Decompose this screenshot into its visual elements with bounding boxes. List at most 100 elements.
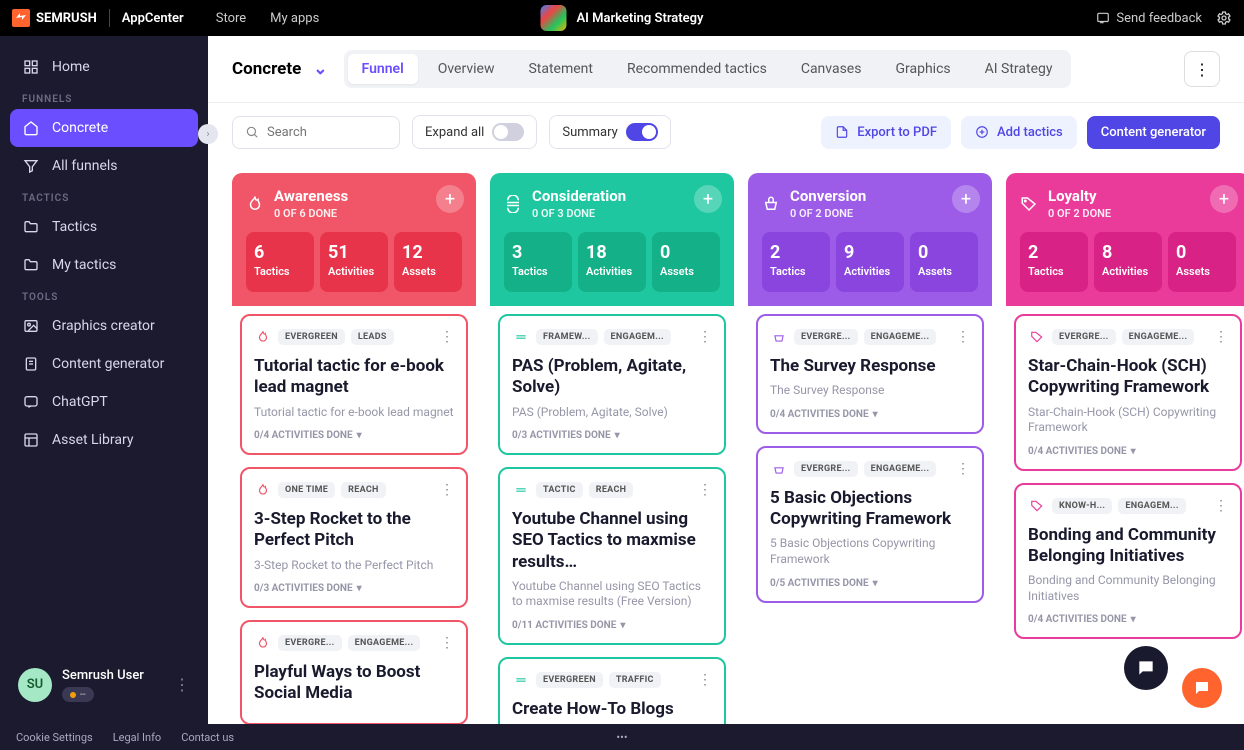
tactic-card[interactable]: EVERGREEN TRAFFIC ⋮ Create How-To Blogs: [498, 657, 726, 724]
tab-statement[interactable]: Statement: [514, 54, 607, 84]
folder-icon: [22, 218, 40, 236]
expand-all-toggle[interactable]: Expand all: [412, 115, 537, 149]
document-icon: [22, 355, 40, 373]
footer-bar: Cookie Settings Legal Info Contact us ••…: [0, 724, 1244, 750]
brand-text: SEMRUSH: [36, 11, 97, 26]
footer-more-icon[interactable]: •••: [616, 731, 627, 744]
toolbar: Expand all Summary Export to PDF Add tac…: [208, 103, 1244, 161]
sidebar-item-all-funnels[interactable]: All funnels: [10, 147, 198, 185]
stat-activities[interactable]: 51Activities: [320, 232, 388, 292]
basket-icon: [770, 328, 788, 346]
sidebar-item-chatgpt[interactable]: ChatGPT: [10, 383, 198, 421]
tools-label: TOOLS: [10, 284, 198, 307]
contact-us-link[interactable]: Contact us: [181, 731, 234, 744]
more-button[interactable]: ⋮: [1184, 51, 1220, 87]
add-tactics-button[interactable]: Add tactics: [961, 116, 1077, 149]
card-menu-icon[interactable]: ⋮: [956, 329, 970, 345]
activities-dropdown[interactable]: 0/4 ACTIVITIES DONE ▾: [254, 430, 454, 441]
add-tactic-button[interactable]: +: [1210, 185, 1238, 213]
tag-icon: [1020, 195, 1038, 213]
tabs: Funnel Overview Statement Recommended ta…: [344, 50, 1071, 88]
myapps-link[interactable]: My apps: [270, 11, 319, 26]
stat-tactics[interactable]: 6Tactics: [246, 232, 314, 292]
main: Concrete ⌄ Funnel Overview Statement Rec…: [208, 36, 1244, 724]
summary-toggle[interactable]: Summary: [549, 115, 670, 149]
workspace-selector[interactable]: Concrete ⌄: [232, 59, 328, 79]
funnels-label: FUNNELS: [10, 86, 198, 109]
image-icon: [22, 317, 40, 335]
card-menu-icon[interactable]: ⋮: [440, 635, 454, 651]
sidebar-item-graphics-creator[interactable]: Graphics creator: [10, 307, 198, 345]
plus-icon: [975, 125, 989, 139]
send-feedback-button[interactable]: Send feedback: [1096, 11, 1202, 26]
appcenter-link[interactable]: AppCenter: [122, 11, 184, 26]
stage-progress: 0 OF 6 DONE: [274, 207, 348, 220]
sidebar-item-concrete[interactable]: Concrete: [10, 109, 198, 147]
export-icon: [835, 125, 849, 139]
tactic-card[interactable]: EVERGRE... ENGAGEME... ⋮ Star-Chain-Hook…: [1014, 314, 1242, 471]
sidebar-item-home[interactable]: Home: [10, 48, 198, 86]
tab-canvases[interactable]: Canvases: [787, 54, 876, 84]
flame-icon: [254, 328, 272, 346]
flame-icon: [12, 9, 30, 27]
card-menu-icon[interactable]: ⋮: [1214, 329, 1228, 345]
card-menu-icon[interactable]: ⋮: [698, 329, 712, 345]
switch-off[interactable]: [492, 123, 524, 141]
collapse-sidebar-button[interactable]: ›: [198, 124, 218, 144]
tactic-card[interactable]: TACTIC REACH ⋮ Youtube Channel using SEO…: [498, 467, 726, 645]
card-menu-icon[interactable]: ⋮: [1214, 498, 1228, 514]
tab-graphics[interactable]: Graphics: [881, 54, 964, 84]
semrush-logo[interactable]: SEMRUSH: [12, 9, 97, 27]
card-menu-icon[interactable]: ⋮: [440, 482, 454, 498]
basket-icon: [762, 195, 780, 213]
user-menu-icon[interactable]: ⋮: [174, 675, 190, 694]
tab-recommended[interactable]: Recommended tactics: [613, 54, 781, 84]
app-title-text: AI Marketing Strategy: [577, 11, 704, 26]
add-tactic-button[interactable]: +: [952, 185, 980, 213]
tab-overview[interactable]: Overview: [424, 54, 509, 84]
sidebar-item-asset-library[interactable]: Asset Library: [10, 421, 198, 459]
search-input[interactable]: [267, 125, 387, 140]
tactic-card[interactable]: EVERGREEN LEADS ⋮ Tutorial tactic for e-…: [240, 314, 468, 455]
search-box[interactable]: [232, 116, 400, 149]
store-link[interactable]: Store: [216, 11, 246, 26]
cookie-settings-link[interactable]: Cookie Settings: [16, 731, 93, 744]
avatar: SU: [18, 668, 52, 702]
sidebar: Home FUNNELS Concrete All funnels TACTIC…: [0, 36, 208, 724]
tab-funnel[interactable]: Funnel: [348, 54, 418, 84]
layout-icon: [22, 431, 40, 449]
settings-icon[interactable]: [1216, 10, 1232, 26]
activities-dropdown[interactable]: 0/3 ACTIVITIES DONE ▾: [254, 583, 454, 594]
column-awareness: Awareness 0 OF 6 DONE + 6Tactics 51Activ…: [232, 173, 476, 700]
tactic-card[interactable]: KNOW-H... ENGAGEM... ⋮ Bonding and Commu…: [1014, 483, 1242, 640]
tactic-card[interactable]: EVERGRE... ENGAGEME... ⋮ 5 Basic Objecti…: [756, 446, 984, 603]
topbar: SEMRUSH AppCenter Store My apps AI Marke…: [0, 0, 1244, 36]
sidebar-item-content-generator[interactable]: Content generator: [10, 345, 198, 383]
help-fab[interactable]: [1182, 668, 1222, 708]
tactic-card[interactable]: ONE TIME REACH ⋮ 3-Step Rocket to the Pe…: [240, 467, 468, 608]
user-footer[interactable]: SU Semrush User -- ⋮: [10, 658, 198, 713]
intercom-chat-button[interactable]: [1124, 646, 1168, 690]
card-menu-icon[interactable]: ⋮: [698, 672, 712, 688]
sidebar-item-my-tactics[interactable]: My tactics: [10, 246, 198, 284]
card-menu-icon[interactable]: ⋮: [440, 329, 454, 345]
stat-assets[interactable]: 12Assets: [394, 232, 462, 292]
add-tactic-button[interactable]: +: [694, 185, 722, 213]
column-consideration: Consideration 0 OF 3 DONE + 3Tactics 18A…: [490, 173, 734, 700]
export-pdf-button[interactable]: Export to PDF: [821, 116, 951, 149]
add-tactic-button[interactable]: +: [436, 185, 464, 213]
card-menu-icon[interactable]: ⋮: [698, 482, 712, 498]
card-menu-icon[interactable]: ⋮: [956, 461, 970, 477]
content-generator-button[interactable]: Content generator: [1087, 116, 1220, 149]
tab-ai-strategy[interactable]: AI Strategy: [971, 54, 1067, 84]
tactic-card[interactable]: EVERGRE... ENGAGEME... ⋮ The Survey Resp…: [756, 314, 984, 434]
user-name: Semrush User: [62, 668, 164, 683]
switch-on[interactable]: [626, 123, 658, 141]
tag-icon: [1028, 328, 1046, 346]
tactic-card[interactable]: FRAMEW... ENGAGEM... ⋮ PAS (Problem, Agi…: [498, 314, 726, 455]
sidebar-item-tactics[interactable]: Tactics: [10, 208, 198, 246]
plan-badge: --: [62, 687, 94, 702]
legal-info-link[interactable]: Legal Info: [113, 731, 162, 744]
stage-title: Awareness: [274, 187, 348, 205]
tactic-card[interactable]: EVERGRE... ENGAGEME... ⋮ Playful Ways to…: [240, 620, 468, 724]
